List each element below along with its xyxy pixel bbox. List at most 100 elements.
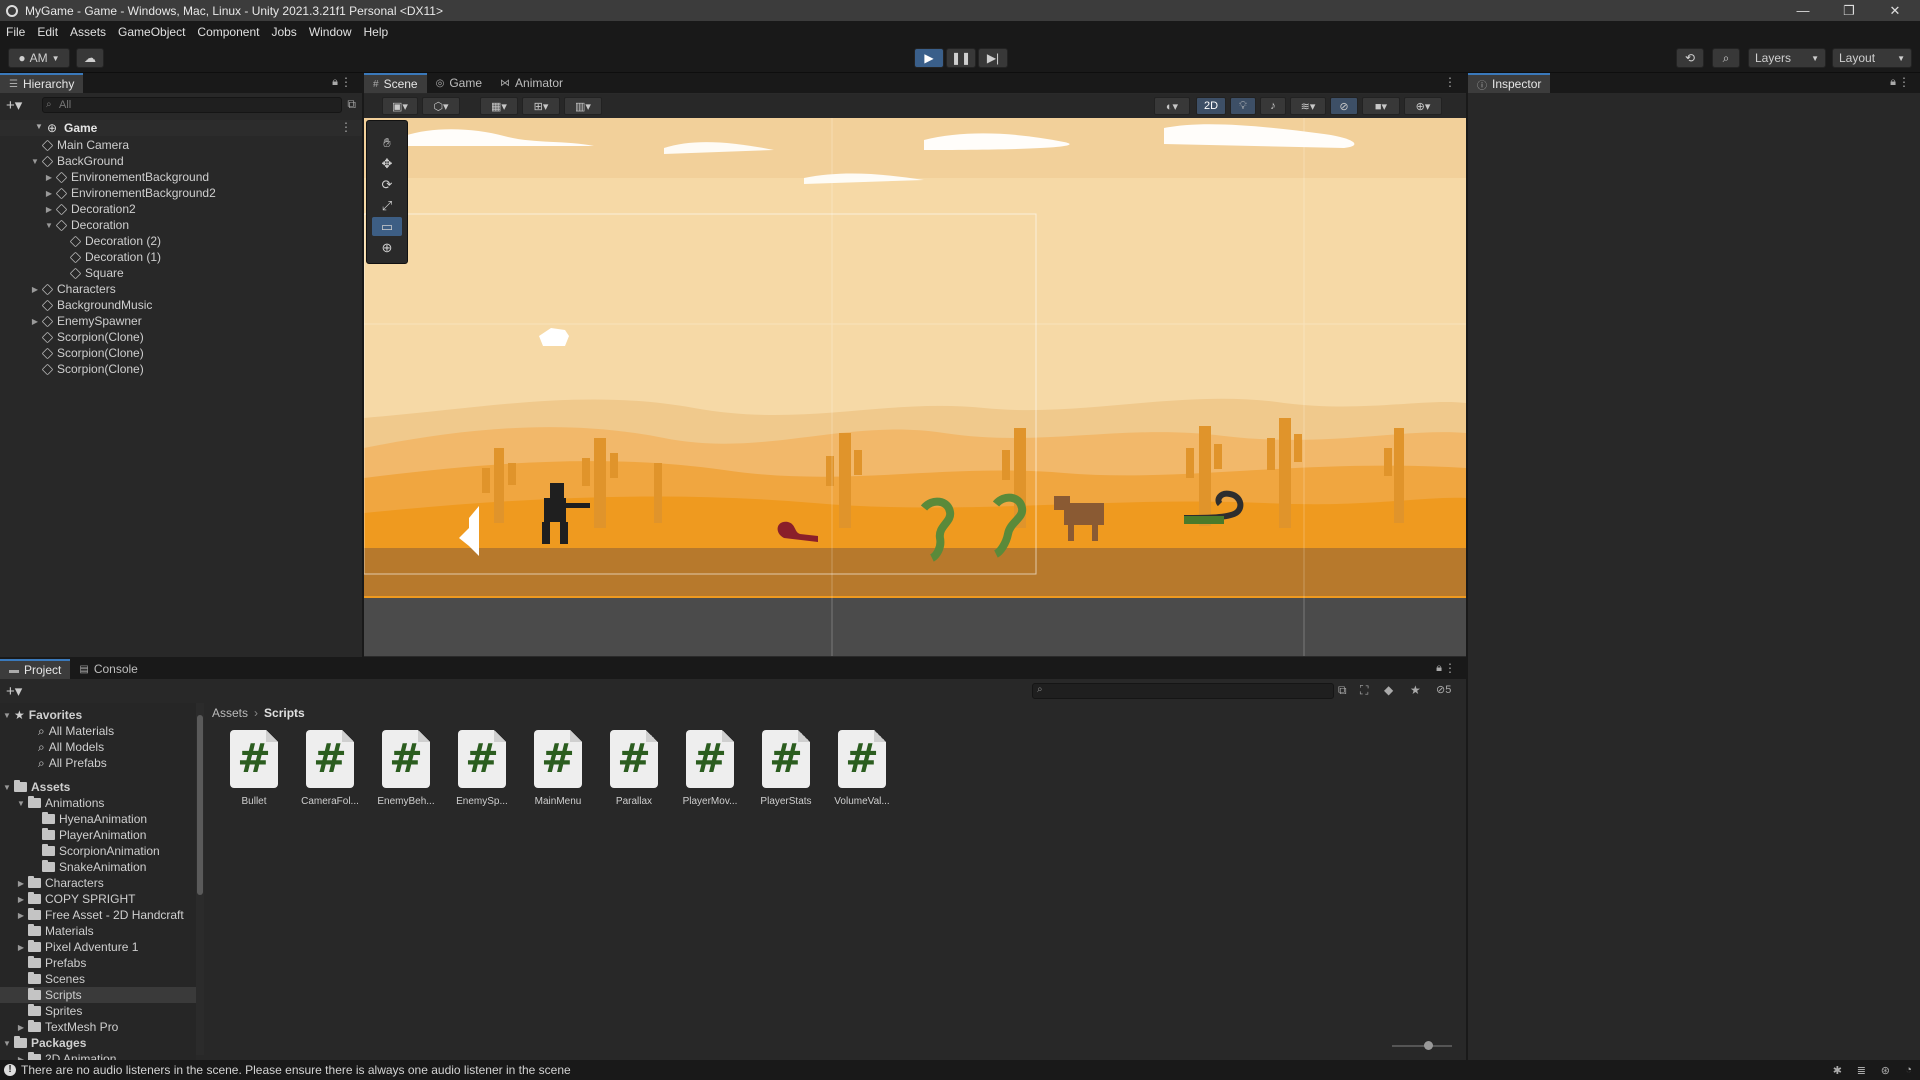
chevron-down-icon[interactable]: ▼ [2,783,12,792]
scene-visibility-icon[interactable]: ⧉ [347,97,356,112]
hierarchy-item[interactable]: Main Camera [0,137,362,153]
close-icon[interactable]: ✕ [1872,0,1918,21]
hand-tool-button[interactable]: ✋︎ [372,133,402,152]
hierarchy-item[interactable]: Square [0,265,362,281]
tab-animator[interactable]: ⋈ Animator [491,73,572,93]
kebab-menu-icon[interactable]: ⋮ [1444,661,1456,675]
chevron-right-icon[interactable]: ▶ [44,173,54,182]
chevron-right-icon[interactable]: ▶ [16,879,26,888]
folder-item[interactable]: Scripts [0,987,196,1003]
chevron-right-icon[interactable]: ▶ [16,943,26,952]
hierarchy-item[interactable]: Scorpion(Clone) [0,345,362,361]
project-search-input[interactable]: ⌕ [1032,683,1334,699]
rect-tool-button[interactable]: ▭ [372,217,402,236]
tab-game[interactable]: ◎ Game [427,73,491,93]
play-button[interactable]: ▶ [914,48,944,68]
asset-item[interactable]: # PlayerStats [748,730,824,807]
tab-scene[interactable]: # Scene [364,73,427,93]
ruler-dropdown[interactable]: ▥▾ [564,97,602,115]
favorites-header[interactable]: ▼ ★ Favorites [0,707,196,723]
restore-icon[interactable]: ❐ [1826,0,1872,21]
asset-item[interactable]: # EnemyBeh... [368,730,444,807]
package-item[interactable]: ▶ 2D Animation [0,1051,196,1060]
lock-icon[interactable]: 🔒︎ [1436,662,1442,675]
shading-dropdown[interactable]: ⬡▾ [422,97,460,115]
tab-hierarchy[interactable]: ☰ Hierarchy [0,73,84,93]
tab-inspector[interactable]: ⓘ Inspector [1468,73,1551,93]
menu-file[interactable]: File [0,25,31,39]
type-filter-icon[interactable]: ⛶ [1360,683,1368,698]
hierarchy-item[interactable]: BackgroundMusic [0,297,362,313]
chevron-down-icon[interactable]: ▼ [44,221,54,230]
folder-item[interactable]: ScorpionAnimation [0,843,196,859]
menu-jobs[interactable]: Jobs [265,25,302,39]
breadcrumb-scripts[interactable]: Scripts [264,706,305,720]
camera-dropdown[interactable]: ■▾ [1362,97,1400,115]
layers-dropdown[interactable]: Layers ▼ [1748,48,1826,68]
progress-icon[interactable]: ⊛ [1881,1064,1890,1077]
tab-project[interactable]: ▬ Project [0,659,71,679]
folder-item[interactable]: ▶ Characters [0,875,196,891]
mode-2d-toggle[interactable]: 2D [1196,97,1226,115]
hierarchy-item[interactable]: ▼ Decoration [0,217,362,233]
draw-mode-dropdown[interactable]: ▣▾ [382,97,418,115]
bug-icon[interactable]: ✱ [1833,1064,1842,1077]
chevron-down-icon[interactable]: ▼ [2,711,12,720]
folder-item[interactable]: PlayerAnimation [0,827,196,843]
chevron-right-icon[interactable]: ▶ [16,895,26,904]
folder-item[interactable]: Prefabs [0,955,196,971]
kebab-menu-icon[interactable]: ⋮ [1898,75,1910,89]
minimize-icon[interactable]: — [1780,0,1826,21]
chevron-down-icon[interactable]: ▼ [2,1039,12,1048]
star-icon[interactable]: ★ [1410,683,1421,697]
favorite-item[interactable]: ⌕ All Prefabs [0,755,196,771]
chevron-down-icon[interactable]: ▼ [30,157,40,166]
move-tool-button[interactable]: ✥ [372,154,402,173]
tab-console[interactable]: ▤ Console [70,659,146,679]
hidden-objects-toggle[interactable]: ⊘ [1330,97,1358,115]
draw-shaded-dropdown[interactable]: ◐▾ [1154,97,1190,115]
status-message[interactable]: There are no audio listeners in the scen… [21,1063,571,1077]
packages-header[interactable]: ▼ Packages [0,1035,196,1051]
hierarchy-item[interactable]: Scorpion(Clone) [0,329,362,345]
label-filter-icon[interactable]: ◆ [1384,683,1393,697]
search-filter-icon[interactable]: ⧉ [1338,683,1347,698]
lighting-toggle[interactable]: 💡︎ [1230,97,1256,115]
menu-window[interactable]: Window [303,25,358,39]
transform-tool-button[interactable]: ⊕ [372,238,402,257]
kebab-menu-icon[interactable]: ⋮ [340,120,352,134]
menu-gameobject[interactable]: GameObject [112,25,191,39]
chevron-right-icon[interactable]: ▶ [44,205,54,214]
rotate-tool-button[interactable]: ⟳ [372,175,402,194]
folder-item[interactable]: ▶ TextMesh Pro [0,1019,196,1035]
effects-dropdown[interactable]: ≋▾ [1290,97,1326,115]
undo-history-button[interactable]: ⟲ [1676,48,1704,68]
scale-tool-button[interactable]: ⤢ [372,196,402,215]
hierarchy-item[interactable]: ▶ EnemySpawner [0,313,362,329]
chevron-right-icon[interactable]: ▶ [30,317,40,326]
gizmos-dropdown[interactable]: ⊕▾ [1404,97,1442,115]
assets-header[interactable]: ▼ Assets [0,779,196,795]
favorite-item[interactable]: ⌕ All Models [0,739,196,755]
folder-item[interactable]: Scenes [0,971,196,987]
tree-scrollbar-thumb[interactable] [197,715,203,895]
step-button[interactable]: ▶| [978,48,1008,68]
hierarchy-item[interactable]: ▼ BackGround [0,153,362,169]
search-button[interactable]: ⌕ [1712,48,1740,68]
breadcrumb-assets[interactable]: Assets [212,706,248,720]
favorite-item[interactable]: ⌕ All Materials [0,723,196,739]
folder-item[interactable]: HyenaAnimation [0,811,196,827]
hierarchy-item[interactable]: Decoration (2) [0,233,362,249]
hierarchy-search-input[interactable]: ⌕ All [42,97,342,113]
zoom-slider[interactable] [1392,1041,1452,1050]
folder-item[interactable]: ▼ Animations [0,795,196,811]
chevron-down-icon[interactable]: ▼ [16,799,26,808]
hierarchy-item[interactable]: ▶ EnvironementBackground [0,169,362,185]
chevron-right-icon[interactable]: ▶ [16,1023,26,1032]
scene-viewport[interactable] [364,118,1466,656]
tree-scrollbar[interactable] [196,703,204,1055]
asset-item[interactable]: # EnemySp... [444,730,520,807]
lock-icon[interactable]: 🔒︎ [1890,76,1896,89]
auto-generate-lighting-icon[interactable]: ◔ [1905,1064,1912,1076]
chevron-right-icon[interactable]: ▶ [44,189,54,198]
